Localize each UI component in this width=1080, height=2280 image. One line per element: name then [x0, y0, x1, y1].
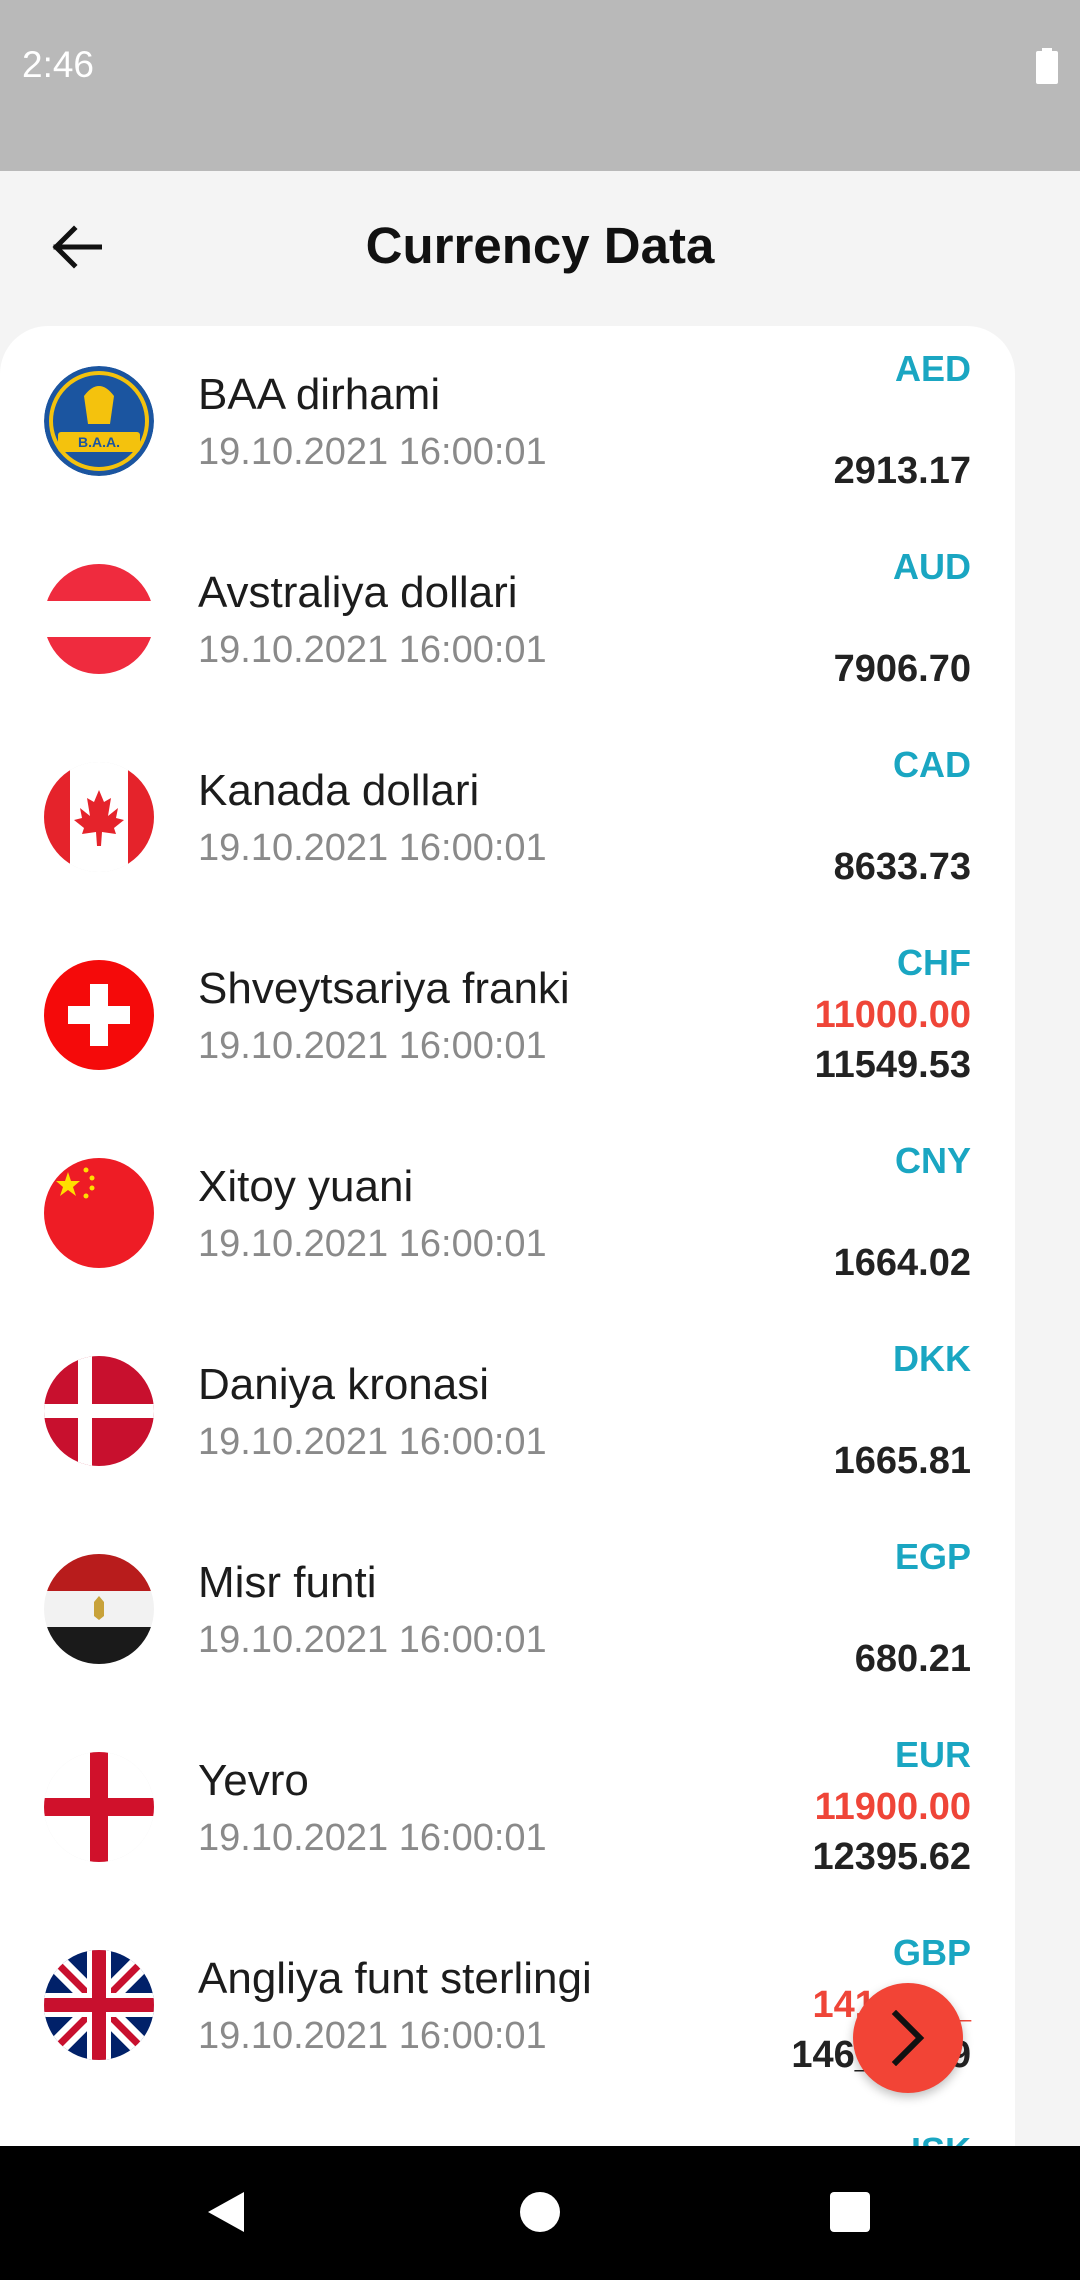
currency-code: CNY: [894, 1140, 971, 1181]
england-flag-icon: [44, 1752, 154, 1862]
nav-back-button[interactable]: [190, 2176, 262, 2248]
currency-row-isk[interactable]: ISK: [0, 2108, 1015, 2146]
uk-flag-icon: [44, 1950, 154, 2060]
circle-home-icon: [520, 2192, 560, 2232]
svg-text:B.A.A.: B.A.A.: [78, 434, 120, 450]
currency-code: DKK: [893, 1338, 971, 1379]
currency-code: AUD: [893, 546, 971, 587]
page-title: Currency Data: [365, 217, 715, 274]
currency-row-cad[interactable]: Kanada dollari 19.10.2021 16:00:01 CAD 8…: [0, 722, 1015, 920]
currency-code: GBP: [892, 1932, 971, 1973]
currency-name: Misr funti: [198, 1558, 377, 1607]
currency-code: EUR: [894, 1734, 971, 1775]
triangle-back-icon: [208, 2192, 244, 2232]
status-time: 2:46: [22, 44, 95, 85]
currency-code: CAD: [893, 744, 971, 785]
currency-rate: 680.21: [854, 1638, 971, 1680]
currency-date: 19.10.2021 16:00:01: [198, 2015, 547, 2057]
currency-code: AED: [894, 348, 971, 389]
currency-row-egp[interactable]: Misr funti 19.10.2021 16:00:01 EGP 680.2…: [0, 1514, 1015, 1712]
currency-rate: 7906.70: [833, 648, 971, 690]
switzerland-flag-icon: [44, 960, 154, 1070]
currency-name: BAA dirhami: [198, 370, 441, 419]
currency-name: Xitoy yuani: [198, 1162, 414, 1211]
currency-date: 19.10.2021 16:00:01: [198, 1025, 547, 1067]
china-flag-icon: [44, 1158, 154, 1268]
currency-date: 19.10.2021 16:00:01: [198, 1223, 547, 1265]
currency-name: Angliya funt sterlingi: [198, 1954, 592, 2003]
currency-code: ISK: [911, 2130, 971, 2146]
currency-date: 19.10.2021 16:00:01: [198, 431, 547, 473]
currency-row-chf[interactable]: Shveytsariya franki 19.10.2021 16:00:01 …: [0, 920, 1015, 1118]
currency-buy-rate: 11000.00: [814, 994, 971, 1036]
denmark-flag-icon: [44, 1356, 154, 1466]
currency-row-aud[interactable]: Avstraliya dollari 19.10.2021 16:00:01 A…: [0, 524, 1015, 722]
currency-rate: 11549.53: [814, 1044, 971, 1086]
canada-flag-icon: [44, 762, 154, 872]
currency-name: Avstraliya dollari: [198, 568, 518, 617]
currency-date: 19.10.2021 16:00:01: [198, 827, 547, 869]
currency-name: Kanada dollari: [198, 766, 480, 815]
currency-list: B.A.A. BAA dirhami 19.10.2021 16:00:01 A…: [0, 326, 1015, 2146]
currency-rate: 1664.02: [833, 1242, 971, 1284]
currency-date: 19.10.2021 16:00:01: [198, 1619, 547, 1661]
currency-row-aed[interactable]: B.A.A. BAA dirhami 19.10.2021 16:00:01 A…: [0, 326, 1015, 524]
currency-date: 19.10.2021 16:00:01: [198, 629, 547, 671]
square-recents-icon: [830, 2192, 870, 2232]
system-nav-bar: [0, 2146, 1080, 2280]
currency-rate: 1665.81: [833, 1440, 971, 1482]
currency-date: 19.10.2021 16:00:01: [198, 1817, 547, 1859]
currency-buy-rate: 11900.00: [814, 1786, 971, 1828]
currency-row-dkk[interactable]: Daniya kronasi 19.10.2021 16:00:01 DKK 1…: [0, 1316, 1015, 1514]
app-bar: Currency Data: [0, 171, 1080, 326]
currency-date: 19.10.2021 16:00:01: [198, 1421, 547, 1463]
egypt-flag-icon: [44, 1554, 154, 1664]
currency-row-eur[interactable]: Yevro 19.10.2021 16:00:01 EUR 11900.00 1…: [0, 1712, 1015, 1910]
currency-rate: 2913.17: [833, 450, 971, 492]
status-bar: 2:46: [0, 0, 1080, 171]
battery-icon: [1036, 48, 1058, 84]
currency-name: Daniya kronasi: [198, 1360, 490, 1409]
currency-code: CHF: [897, 942, 971, 983]
chevron-right-icon: [891, 2010, 925, 2066]
currency-rate: 8633.73: [833, 846, 971, 888]
next-page-button[interactable]: [853, 1983, 963, 2093]
currency-rate: 12395.62: [812, 1836, 972, 1878]
red-white-red-flag-icon: [44, 564, 154, 674]
currency-name: Yevro: [198, 1756, 309, 1805]
nav-recents-button[interactable]: [814, 2176, 886, 2248]
currency-code: EGP: [894, 1536, 971, 1577]
uae-marathon-flag-icon: B.A.A.: [44, 366, 154, 476]
currency-name: Shveytsariya franki: [198, 964, 570, 1013]
nav-home-button[interactable]: [504, 2176, 576, 2248]
currency-row-cny[interactable]: Xitoy yuani 19.10.2021 16:00:01 CNY 1664…: [0, 1118, 1015, 1316]
